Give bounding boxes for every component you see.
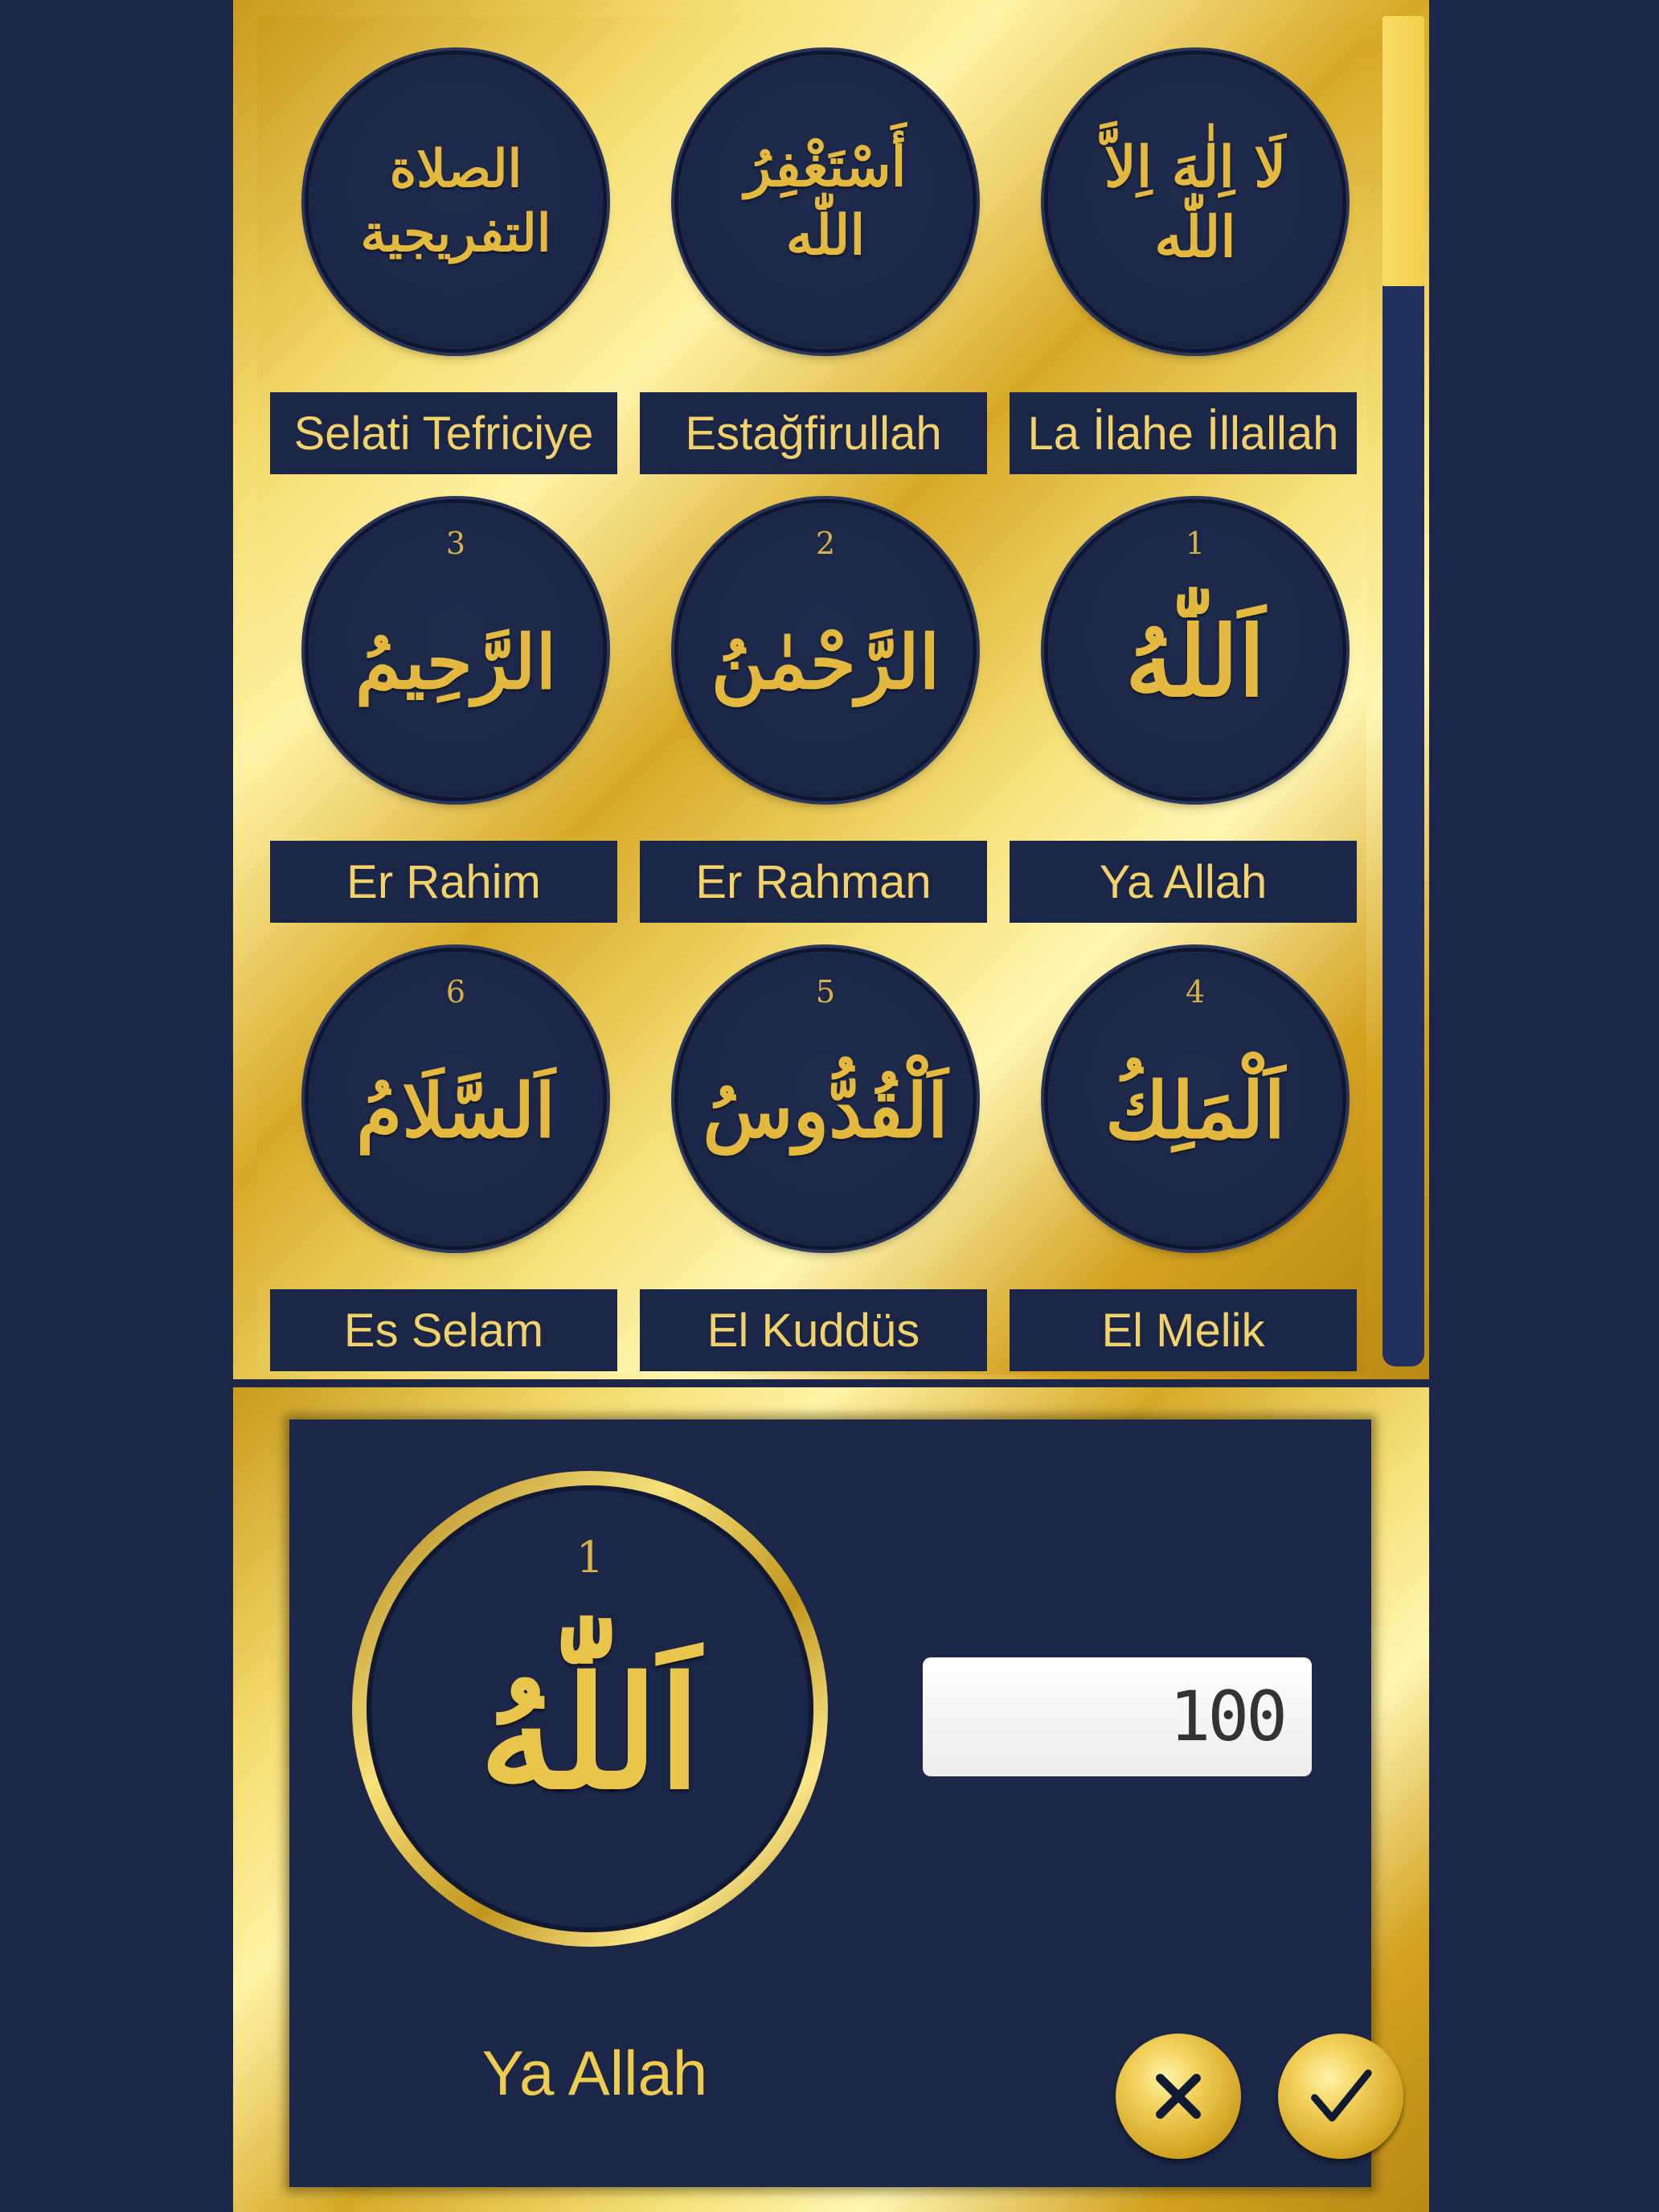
name-coin[interactable]: 2 الرَّحْمٰنُ [678,503,973,797]
name-label[interactable]: El Kuddüs [640,1289,987,1371]
name-number: 5 [815,974,836,1010]
arabic-calligraphy: الصلاة التفريجية [360,139,551,264]
arabic-calligraphy: الرَّحْمٰنُ [711,618,940,706]
name-label[interactable]: Er Rahim [270,841,617,923]
scrollbar-thumb[interactable] [1382,16,1424,286]
selected-coin: 1 اَللّٰهُ [352,1471,828,1947]
name-number: 2 [815,526,836,561]
name-label[interactable]: Ya Allah [1010,841,1357,923]
names-grid: الصلاة التفريجية Selati Tefriciye أَسْتَ… [257,16,1366,1374]
name-number: 3 [445,526,466,561]
cancel-button[interactable] [1116,2034,1241,2159]
confirm-button[interactable] [1278,2034,1403,2159]
arabic-calligraphy: اَلْقُدُّوسُ [703,1067,948,1154]
name-label-text: Er Rahim [346,855,541,908]
name-label-text: Er Rahman [695,855,932,908]
scrollbar[interactable] [1382,16,1424,1366]
name-coin[interactable]: أَسْتَغْفِرُ اللّٰه [678,55,973,349]
name-coin[interactable]: 5 اَلْقُدُّوسُ [678,952,973,1246]
name-label-text: El Kuddüs [707,1304,920,1357]
arabic-calligraphy: اَلسَّلَامُ [356,1067,555,1154]
name-label[interactable]: Er Rahman [640,841,987,923]
name-number: 4 [1185,974,1206,1010]
arabic-calligraphy: اَللّٰهُ [1125,605,1265,719]
app-frame: الصلاة التفريجية Selati Tefriciye أَسْتَ… [233,0,1429,2212]
name-label-text: La İlahe İllallah [1027,407,1339,460]
close-icon [1156,2074,1201,2119]
name-label-text: Ya Allah [1099,855,1268,908]
arabic-calligraphy: لَا اِلٰهَ اِلاَّ اللّٰه [1104,133,1287,271]
name-number: 6 [445,974,466,1010]
name-label[interactable]: La İlahe İllallah [1010,392,1357,474]
name-label-text: El Melik [1101,1304,1265,1357]
name-label[interactable]: Estağfirullah [640,392,987,474]
name-label[interactable]: Es Selam [270,1289,617,1371]
name-coin[interactable]: لَا اِلٰهَ اِلاَّ اللّٰه [1048,55,1342,349]
name-coin[interactable]: الصلاة التفريجية [309,55,603,349]
selected-number: 1 [576,1532,604,1583]
check-icon [1311,2069,1372,2122]
name-coin[interactable]: 3 الرَّحِيمُ [309,503,603,797]
selected-name: Ya Allah [481,2038,708,2108]
name-coin[interactable]: 6 اَلسَّلَامُ [309,952,603,1246]
name-coin[interactable]: 1 اَللّٰهُ [1048,503,1342,797]
name-label-text: Estağfirullah [685,407,942,460]
arabic-calligraphy: الرَّحِيمُ [354,618,557,706]
selected-coin-face: 1 اَللّٰهُ [367,1485,813,1932]
name-number: 1 [1185,526,1206,561]
name-label[interactable]: El Melik [1010,1289,1357,1371]
name-label-text: Selati Tefriciye [293,407,594,460]
name-label[interactable]: Selati Tefriciye [270,392,617,474]
names-panel: الصلاة التفريجية Selati Tefriciye أَسْتَ… [233,0,1429,1379]
arabic-calligraphy: أَسْتَغْفِرُ اللّٰه [744,135,907,268]
counter-panel: 1 اَللّٰهُ Ya Allah [233,1387,1429,2212]
name-label-text: Es Selam [343,1304,544,1357]
selected-arabic: اَللّٰهُ [479,1643,701,1823]
name-coin[interactable]: 4 اَلْمَلِكُ [1048,952,1342,1246]
counter-dialog: 1 اَللّٰهُ Ya Allah [289,1419,1403,2187]
arabic-calligraphy: اَلْمَلِكُ [1104,1065,1286,1156]
count-input[interactable] [923,1657,1312,1776]
